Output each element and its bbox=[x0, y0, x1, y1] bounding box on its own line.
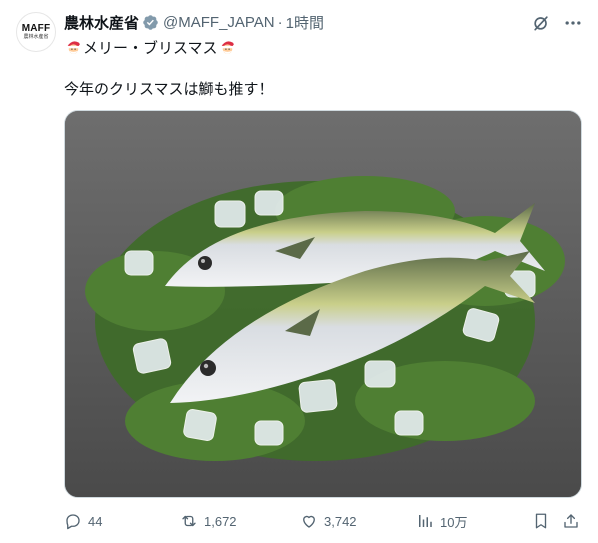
post-text-line1: メリー・ブリスマス bbox=[64, 36, 237, 58]
author-handle[interactable]: @MAFF_JAPAN bbox=[163, 14, 275, 31]
bookmark-button[interactable] bbox=[532, 508, 550, 534]
post-action-bar: 44 1,672 3,742 10万 bbox=[64, 508, 584, 534]
verified-badge-icon[interactable] bbox=[142, 14, 159, 31]
views-count: 10万 bbox=[440, 514, 468, 530]
post-top-actions bbox=[530, 12, 584, 34]
bookmark-icon bbox=[532, 512, 550, 530]
repost-button[interactable]: 1,672 bbox=[180, 508, 237, 534]
avatar-logo-subtext: 農林水産省 bbox=[23, 33, 49, 40]
more-icon[interactable] bbox=[562, 12, 584, 34]
post-timestamp[interactable]: 1時間 bbox=[286, 12, 324, 33]
repost-icon bbox=[180, 512, 198, 530]
avatar[interactable]: MAFF 農林水産省 bbox=[16, 12, 56, 52]
post[interactable]: MAFF 農林水産省 農林水産省 @MAFF_JAPAN · 1時間 メリー・ブ… bbox=[0, 0, 598, 543]
views-button[interactable]: 10万 bbox=[416, 508, 467, 534]
avatar-logo-text: MAFF bbox=[21, 22, 51, 34]
reply-count: 44 bbox=[88, 513, 103, 529]
header-separator: · bbox=[277, 13, 283, 31]
like-icon bbox=[300, 512, 318, 530]
like-button[interactable]: 3,742 bbox=[300, 508, 357, 534]
santa-emoji-icon bbox=[218, 38, 237, 57]
santa-emoji-icon bbox=[64, 38, 83, 57]
grok-icon[interactable] bbox=[530, 12, 552, 34]
reply-button[interactable]: 44 bbox=[64, 508, 102, 534]
share-icon bbox=[562, 512, 580, 530]
share-button[interactable] bbox=[562, 508, 580, 534]
repost-count: 1,672 bbox=[204, 513, 237, 529]
post-text-greeting: メリー・ブリスマス bbox=[83, 39, 218, 57]
post-image[interactable] bbox=[64, 110, 582, 498]
post-text-line2: 今年のクリスマスは鰤も推す！ bbox=[64, 81, 274, 98]
like-count: 3,742 bbox=[324, 513, 357, 529]
author-name[interactable]: 農林水産省 bbox=[64, 12, 139, 33]
reply-icon bbox=[64, 512, 82, 530]
post-header: 農林水産省 @MAFF_JAPAN · 1時間 bbox=[64, 12, 324, 32]
views-icon bbox=[416, 512, 434, 530]
